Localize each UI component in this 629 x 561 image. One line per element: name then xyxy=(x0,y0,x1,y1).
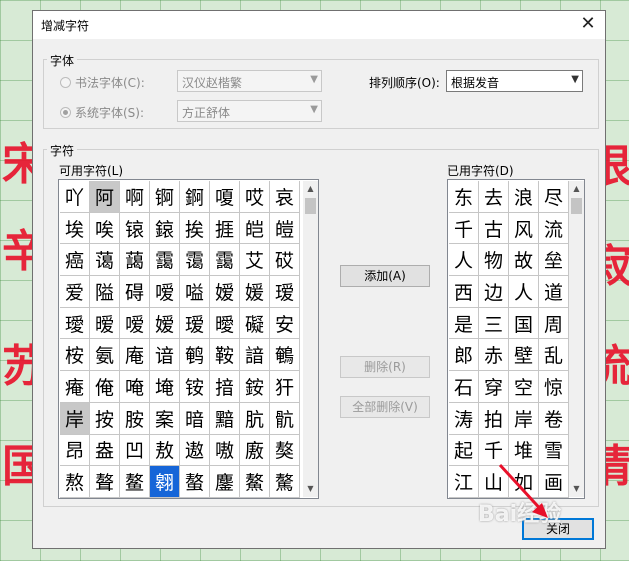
annotation-arrow-icon xyxy=(498,463,548,518)
